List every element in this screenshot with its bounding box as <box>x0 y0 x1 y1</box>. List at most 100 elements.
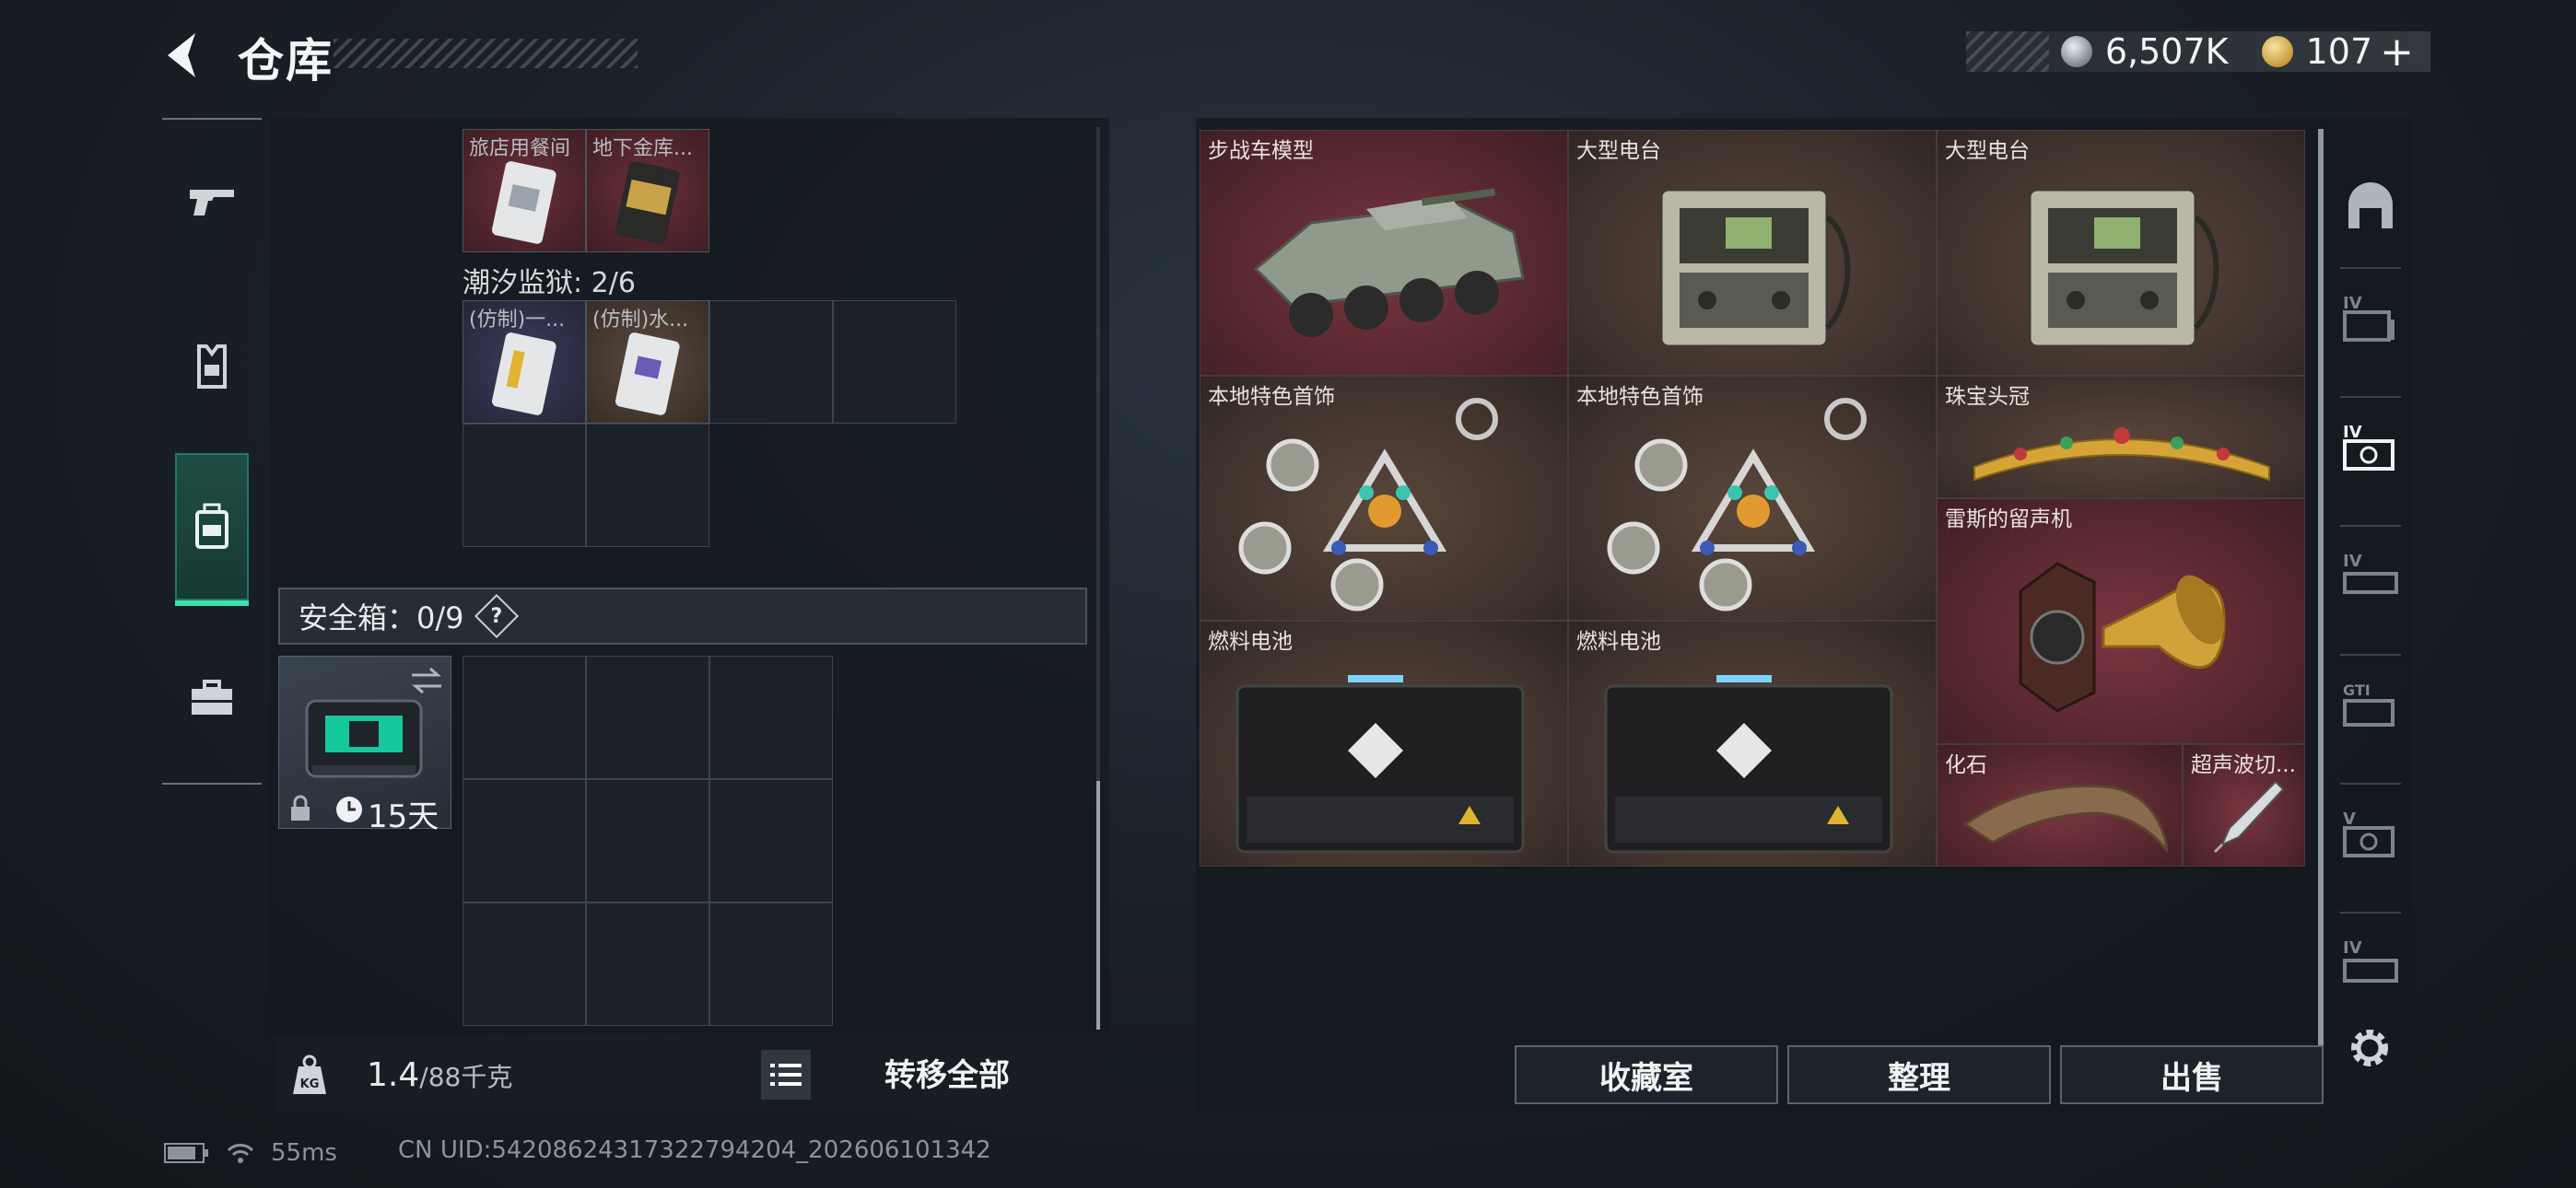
stash-item-fuel-cell[interactable]: 燃料电池 <box>1200 621 1568 867</box>
gold-amount: 107 <box>2305 31 2373 72</box>
add-currency-button[interactable]: + <box>2380 29 2414 76</box>
nav-gear[interactable] <box>175 311 249 422</box>
stash-item-phonograph[interactable]: 雷斯的留声机 <box>1937 498 2305 744</box>
item-label: (仿制)一... <box>469 309 566 332</box>
title-decoration <box>334 39 638 68</box>
svg-text:KG: KG <box>300 1077 320 1091</box>
item-label: 旅店用餐间 <box>469 137 571 160</box>
empty-slot[interactable] <box>709 779 833 903</box>
vest-icon <box>197 344 227 389</box>
level-5-safe-icon: V <box>2343 809 2395 857</box>
stash-grid: 步战车模型 大型电台 大型电台 本地特色首饰 本地特色首饰 珠宝头冠 雷斯的留声… <box>1200 130 2305 867</box>
empty-slot[interactable] <box>709 656 833 779</box>
stash-item-jewelry[interactable]: 本地特色首饰 <box>1200 376 1568 621</box>
empty-slot[interactable] <box>586 656 709 779</box>
empty-slot[interactable] <box>709 300 833 424</box>
safe-case-item[interactable]: 15天 <box>278 656 451 835</box>
scroll-thumb[interactable] <box>1096 781 1100 1030</box>
tiara-icon <box>1973 427 2270 482</box>
level-4-folder-icon: IV <box>2343 294 2395 342</box>
stash-item-fossil[interactable]: 化石 <box>1937 744 2183 867</box>
ping-value: 55ms <box>271 1139 337 1167</box>
user-uid: CN UID:542086243173227942​04_20260610134… <box>398 1136 991 1164</box>
current-weight: 1.4/88千克 <box>367 1055 513 1094</box>
item-label: 大型电台 <box>1576 139 1661 163</box>
key-card-item[interactable]: 地下金库... <box>586 129 709 252</box>
stash-item-radio[interactable]: 大型电台 <box>1568 130 1937 376</box>
item-label: 地下金库... <box>592 137 693 160</box>
empty-slot[interactable] <box>586 779 709 903</box>
empty-slot[interactable] <box>586 903 709 1026</box>
page-title: 仓库 <box>238 34 334 87</box>
keycard-icon <box>615 332 680 415</box>
stash-item-fuel-cell[interactable]: 燃料电池 <box>1568 621 1937 867</box>
key-card-item[interactable]: (仿制)水... <box>586 300 709 424</box>
sort-button[interactable]: 整理 <box>1787 1045 2051 1104</box>
item-label: 大型电台 <box>1945 139 2030 163</box>
empty-slot[interactable] <box>833 300 956 424</box>
keycard-icon <box>615 161 680 244</box>
briefcase-icon <box>192 680 232 715</box>
tab-level-4-d[interactable]: IV <box>2331 912 2410 1013</box>
nav-divider <box>162 118 262 120</box>
level-4-vehicle-icon: IV <box>2343 552 2398 594</box>
settings-gear-icon[interactable] <box>2344 1022 2395 1074</box>
empty-slot[interactable] <box>586 424 709 547</box>
nav-backpack[interactable] <box>175 453 249 606</box>
currency-decoration <box>1966 31 2049 72</box>
list-view-button[interactable] <box>761 1050 811 1100</box>
list-icon <box>770 1064 802 1086</box>
tab-level-4-a[interactable]: IV <box>2331 267 2410 368</box>
svg-text:IV: IV <box>2343 552 2362 571</box>
item-label: 燃料电池 <box>1576 630 1661 654</box>
left-nav <box>162 118 262 785</box>
sell-button[interactable]: 出售 <box>2060 1045 2324 1104</box>
safe-box-label: 安全箱：0/9 <box>299 600 464 635</box>
key-card-item[interactable]: (仿制)一... <box>463 300 586 424</box>
key-card-item[interactable]: 旅店用餐间 <box>463 129 586 252</box>
tab-level-4-b[interactable]: IV <box>2331 396 2410 497</box>
nav-divider <box>162 783 262 785</box>
prison-group-title: 潮汐监狱: 2/6 <box>463 267 636 299</box>
lock-icon <box>291 795 310 821</box>
stash-scrollbar[interactable] <box>2318 129 2324 1050</box>
nav-case[interactable] <box>175 643 249 753</box>
help-icon[interactable]: ? <box>474 593 519 639</box>
empty-slot[interactable] <box>709 903 833 1026</box>
container-scrollbar[interactable] <box>1096 127 1100 1030</box>
gold-coin-icon <box>2261 36 2293 67</box>
clock-icon <box>336 797 362 822</box>
silver-coin-icon <box>2060 36 2092 67</box>
safe-box-header: 安全箱：0/9 ? <box>278 588 1087 645</box>
status-bar: 55ms <box>164 1136 337 1170</box>
stash-item-tiara[interactable]: 珠宝头冠 <box>1937 376 2305 498</box>
empty-slot[interactable] <box>463 903 586 1026</box>
safe-case-icon <box>305 699 423 778</box>
svg-text:GTI: GTI <box>2343 681 2371 699</box>
tab-gti[interactable]: GTI <box>2331 654 2410 755</box>
max-weight: /88千克 <box>419 1061 513 1092</box>
empty-slot[interactable] <box>463 656 586 779</box>
jewelry-icon <box>1238 398 1498 611</box>
svg-text:IV: IV <box>2343 423 2362 442</box>
safe-grid <box>463 656 833 1026</box>
keycard-icon <box>491 161 556 244</box>
bunker-icon <box>2348 182 2393 228</box>
fuel-cell-icon <box>1235 675 1525 854</box>
stash-item-ifv-model[interactable]: 步战车模型 <box>1200 130 1568 376</box>
tab-level-4-c[interactable]: IV <box>2331 525 2410 626</box>
back-icon[interactable] <box>158 28 214 83</box>
stash-item-jewelry[interactable]: 本地特色首饰 <box>1568 376 1937 621</box>
stash-item-radio[interactable]: 大型电台 <box>1937 130 2305 376</box>
level-4-crate-icon: IV <box>2343 938 2398 983</box>
empty-slot[interactable] <box>463 424 586 547</box>
nav-weapon[interactable] <box>175 146 249 256</box>
svg-text:IV: IV <box>2343 938 2362 958</box>
empty-slot[interactable] <box>463 779 586 903</box>
swap-icon[interactable] <box>408 666 445 695</box>
transfer-all-button[interactable]: 转移全部 <box>884 1050 1010 1095</box>
stash-item-ultrasonic-cutter[interactable]: 超声波切... <box>2183 744 2305 867</box>
collection-room-button[interactable]: 收藏室 <box>1515 1045 1778 1104</box>
tab-bunker[interactable] <box>2331 157 2410 258</box>
tab-level-5[interactable]: V <box>2331 783 2410 884</box>
